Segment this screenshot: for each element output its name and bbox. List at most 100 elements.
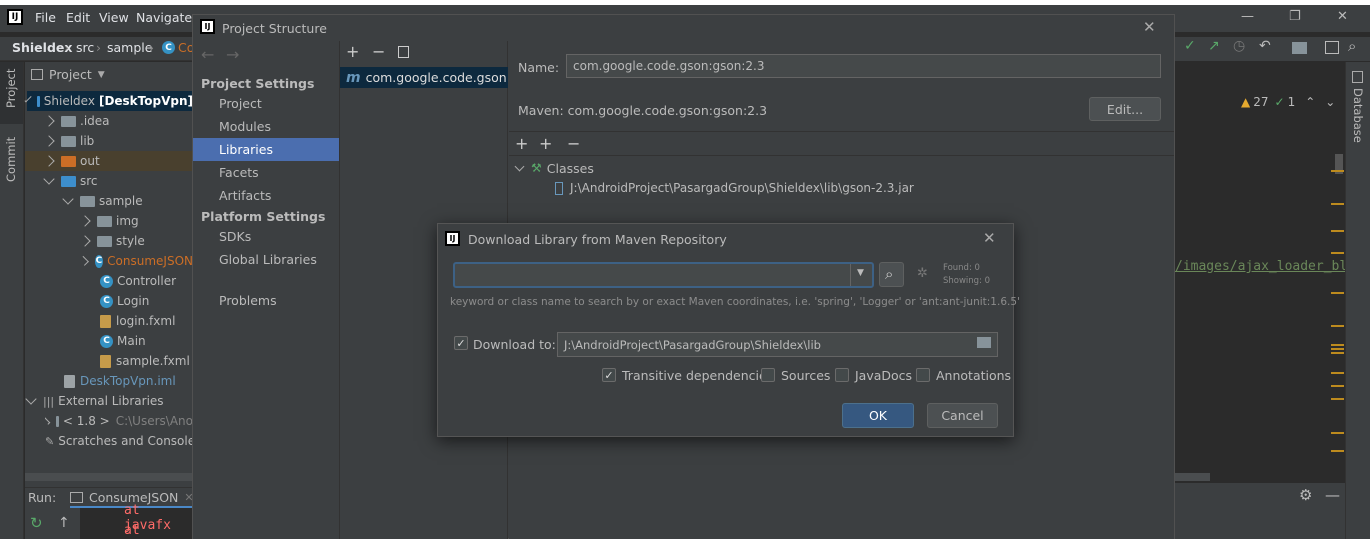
menu-view[interactable]: View [99,10,129,25]
error-stripe-marker[interactable] [1331,252,1344,254]
classes-node[interactable]: ⚒ Classes [514,159,594,177]
nav-item-facets[interactable]: Facets [219,165,259,180]
tree-node-login-fxml[interactable]: login.fxml [100,311,175,331]
breadcrumb-src[interactable]: src [76,40,94,55]
tree-node-sample[interactable]: sample [62,191,143,211]
error-stripe-marker[interactable] [1331,170,1344,172]
minimize-icon[interactable]: — [1241,9,1254,24]
tree-node-main[interactable]: C Main [100,331,146,351]
tree-node-controller[interactable]: C Controller [100,271,176,291]
breadcrumb-sample[interactable]: sample [107,40,152,55]
inspection-widget[interactable]: ▲ 27 ✓ 1 ⌃ ⌄ [1241,95,1335,109]
close-icon[interactable]: ✕ [983,229,996,247]
close-window-icon[interactable]: ✕ [1337,9,1348,24]
presentation-icon[interactable] [1325,41,1339,54]
error-stripe-marker[interactable] [1331,230,1344,232]
annotations-checkbox[interactable] [916,368,930,382]
menu-navigate[interactable]: Navigate [136,10,192,25]
gear-icon[interactable]: ⚙ [1299,486,1312,504]
download-path-field[interactable]: J:\AndroidProject\PasargadGroup\Shieldex… [557,332,998,357]
project-panel-header[interactable]: Project ▼ [31,67,105,82]
tree-node-style[interactable]: style [79,231,145,251]
add-root-icon[interactable]: + [515,134,528,153]
database-tool-tab[interactable]: Database [1351,88,1365,143]
tree-node-out[interactable]: out [25,151,193,171]
minimize-panel-icon[interactable]: — [1325,486,1340,504]
nav-item-libraries[interactable]: Libraries [219,142,273,157]
tree-node-idea[interactable]: .idea [43,111,110,131]
javadocs-checkbox[interactable] [835,368,849,382]
search-button[interactable]: ⌕ [879,262,904,287]
tree-node-consumejson[interactable]: C ConsumeJSON [81,251,193,271]
history-icon[interactable]: ◷ [1233,38,1245,54]
error-stripe-marker[interactable] [1331,450,1344,452]
tree-node-iml[interactable]: DeskTopVpn.iml [64,371,176,391]
nav-item-sdks[interactable]: SDKs [219,229,251,244]
nav-item-artifacts[interactable]: Artifacts [219,188,271,203]
error-stripe-marker[interactable] [1331,203,1344,205]
error-stripe-marker[interactable] [1331,372,1344,374]
close-icon[interactable]: ✕ [1143,18,1156,36]
back-arrow-icon[interactable]: ← [201,45,214,64]
editor-code-link[interactable]: /images/ajax_loader_bl [1175,259,1347,274]
commit-tool-tab[interactable]: Commit [4,137,18,182]
nav-item-global-libraries[interactable]: Global Libraries [219,252,317,267]
edit-button[interactable]: Edit... [1089,97,1161,121]
download-to-checkbox[interactable]: ✓ [454,336,468,350]
forward-arrow-icon[interactable]: → [226,45,239,64]
editor-horizontal-scrollbar[interactable] [1175,473,1210,481]
copy-icon[interactable] [398,46,409,58]
horizontal-scrollbar[interactable] [25,473,193,481]
tree-node-external-libraries[interactable]: ||| External Libraries [25,391,164,411]
error-stripe-marker[interactable] [1331,325,1344,327]
cancel-button[interactable]: Cancel [927,403,998,428]
tree-node-login[interactable]: C Login [100,291,149,311]
nav-item-problems[interactable]: Problems [219,293,277,308]
error-stripe-marker[interactable] [1331,432,1344,434]
chevron-up-icon[interactable]: ⌃ [1305,95,1315,109]
chevron-down-icon[interactable]: ⌄ [1325,95,1335,109]
remove-icon[interactable]: − [372,42,385,61]
folder-browse-icon[interactable] [977,337,991,348]
search-input[interactable] [457,266,847,284]
tree-node-sample-fxml[interactable]: sample.fxml [100,351,190,371]
project-tool-tab[interactable]: Project [4,69,18,108]
scroll-up-icon[interactable]: ↑ [55,512,75,539]
library-name-field[interactable]: com.google.code.gson:gson:2.3 [566,54,1161,78]
nav-item-project[interactable]: Project [219,96,262,111]
search-combobox[interactable]: ▼ [453,262,874,288]
error-stripe-marker[interactable] [1331,385,1344,387]
restore-icon[interactable]: ❐ [1289,9,1301,24]
jdk-icon [55,415,59,427]
tree-node-root[interactable]: Shieldex [DeskTopVpn] [24,91,193,111]
push-arrow-icon[interactable]: ↗ [1208,38,1220,54]
transitive-checkbox[interactable]: ✓ [602,368,616,382]
tree-node-scratches[interactable]: ✎ Scratches and Consoles [45,431,201,451]
add-root-alt-icon[interactable]: + [539,134,552,153]
library-list-item[interactable]: m com.google.code.gson:gsc [340,67,508,88]
remove-root-icon[interactable]: − [567,134,580,153]
check-icon[interactable]: ✓ [1184,38,1196,54]
search-everywhere-icon[interactable]: ⌕ [1348,37,1356,55]
error-stripe-marker[interactable] [1331,352,1344,354]
error-stripe-marker[interactable] [1331,398,1344,400]
ok-button[interactable]: OK [842,403,914,428]
jar-node[interactable]: J:\AndroidProject\PasargadGroup\Shieldex… [555,179,914,197]
tree-node-lib[interactable]: lib [43,131,94,151]
error-stripe-marker[interactable] [1331,348,1344,350]
warning-count: 27 [1253,95,1269,109]
menu-edit[interactable]: Edit [66,10,90,25]
tree-node-img[interactable]: img [79,211,139,231]
tree-node-jdk[interactable]: < 1.8 > C:\Users\Ano [45,411,193,431]
add-icon[interactable]: + [346,42,359,61]
tree-node-src[interactable]: src [43,171,98,191]
sources-checkbox[interactable] [761,368,775,382]
project-structure-icon[interactable] [1292,42,1307,54]
error-stripe-marker[interactable] [1331,344,1344,346]
dropdown-button[interactable]: ▼ [850,264,872,286]
rerun-icon[interactable]: ↻ [25,512,49,539]
nav-item-modules[interactable]: Modules [219,119,271,134]
error-stripe-marker[interactable] [1331,292,1344,294]
menu-file[interactable]: File [35,10,56,25]
rollback-icon[interactable]: ↶ [1259,38,1271,54]
